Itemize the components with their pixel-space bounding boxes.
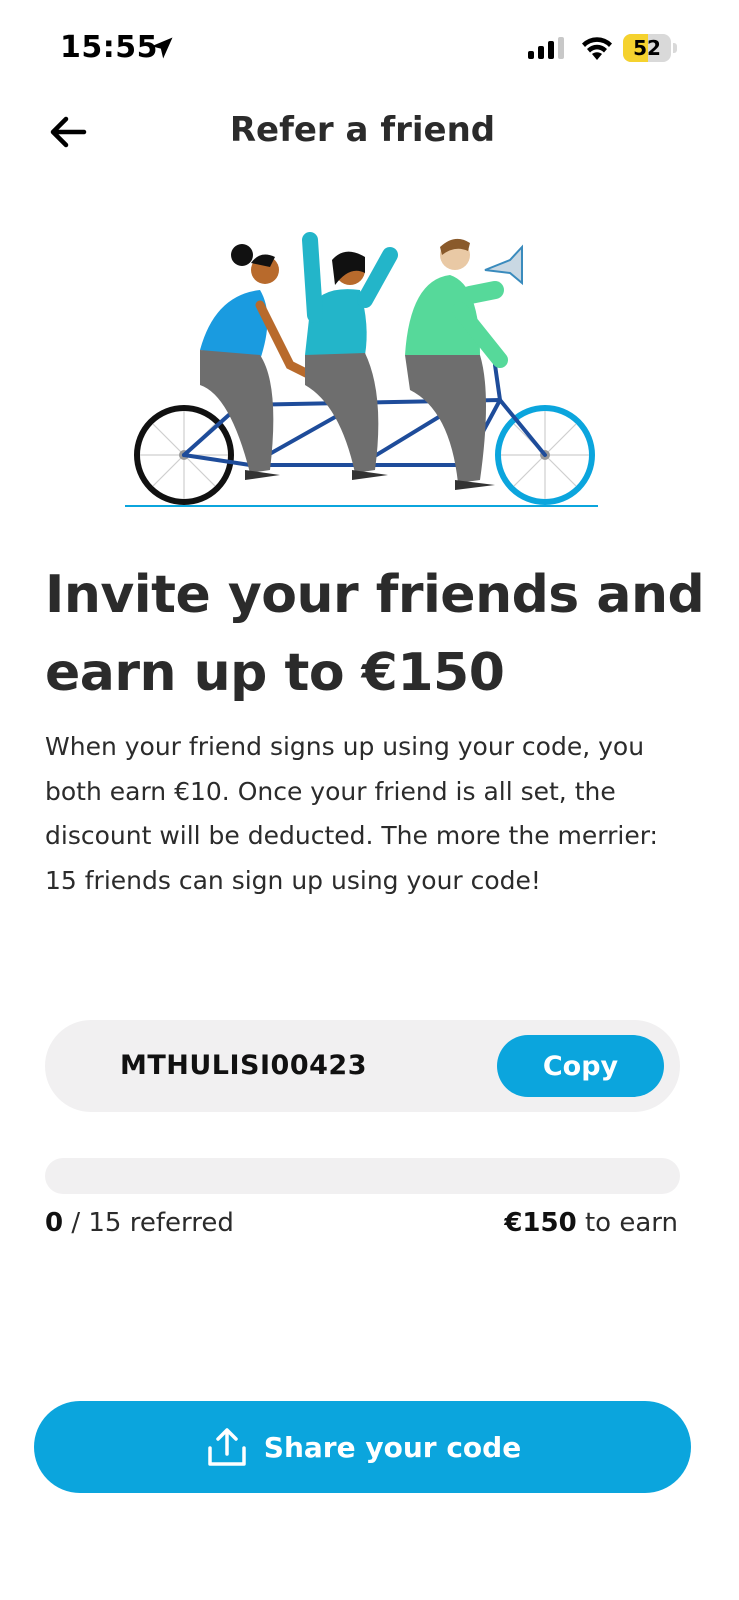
earn-amount-label: €150 to earn xyxy=(504,1208,678,1238)
location-arrow-icon xyxy=(151,37,173,59)
hero-title: Invite your friends and earn up to €150 xyxy=(45,565,705,703)
referral-progress-bar xyxy=(45,1158,680,1194)
cellular-signal-icon xyxy=(528,37,564,59)
refer-a-friend-screen: 15:55 52 Refer a friend Invite your frie… xyxy=(0,0,739,1600)
referred-count-label: 0 / 15 referred xyxy=(45,1208,234,1238)
earn-suffix: to earn xyxy=(584,1208,678,1238)
tandem-bicycle-illustration xyxy=(125,232,598,507)
page-title: Refer a friend xyxy=(229,110,496,150)
status-time: 15:55 xyxy=(60,30,158,65)
battery-tip xyxy=(673,43,677,53)
referral-code-card: MTHULISI00423 Copy xyxy=(45,1020,680,1112)
battery-icon: 52 xyxy=(623,34,671,62)
wifi-icon xyxy=(582,37,612,60)
hero-description: When your friend signs up using your cod… xyxy=(45,732,658,895)
referred-count: 0 xyxy=(45,1208,64,1238)
battery-percentage: 52 xyxy=(633,36,661,60)
referred-suffix: / 15 referred xyxy=(71,1208,234,1238)
status-bar: 15:55 52 xyxy=(0,0,739,100)
share-code-button[interactable]: Share your code xyxy=(34,1401,691,1493)
copy-button[interactable]: Copy xyxy=(497,1035,664,1097)
share-code-label: Share your code xyxy=(263,1430,522,1464)
referral-code: MTHULISI00423 xyxy=(120,1050,367,1081)
earn-amount: €150 xyxy=(504,1208,577,1238)
share-upload-icon xyxy=(208,1428,246,1466)
